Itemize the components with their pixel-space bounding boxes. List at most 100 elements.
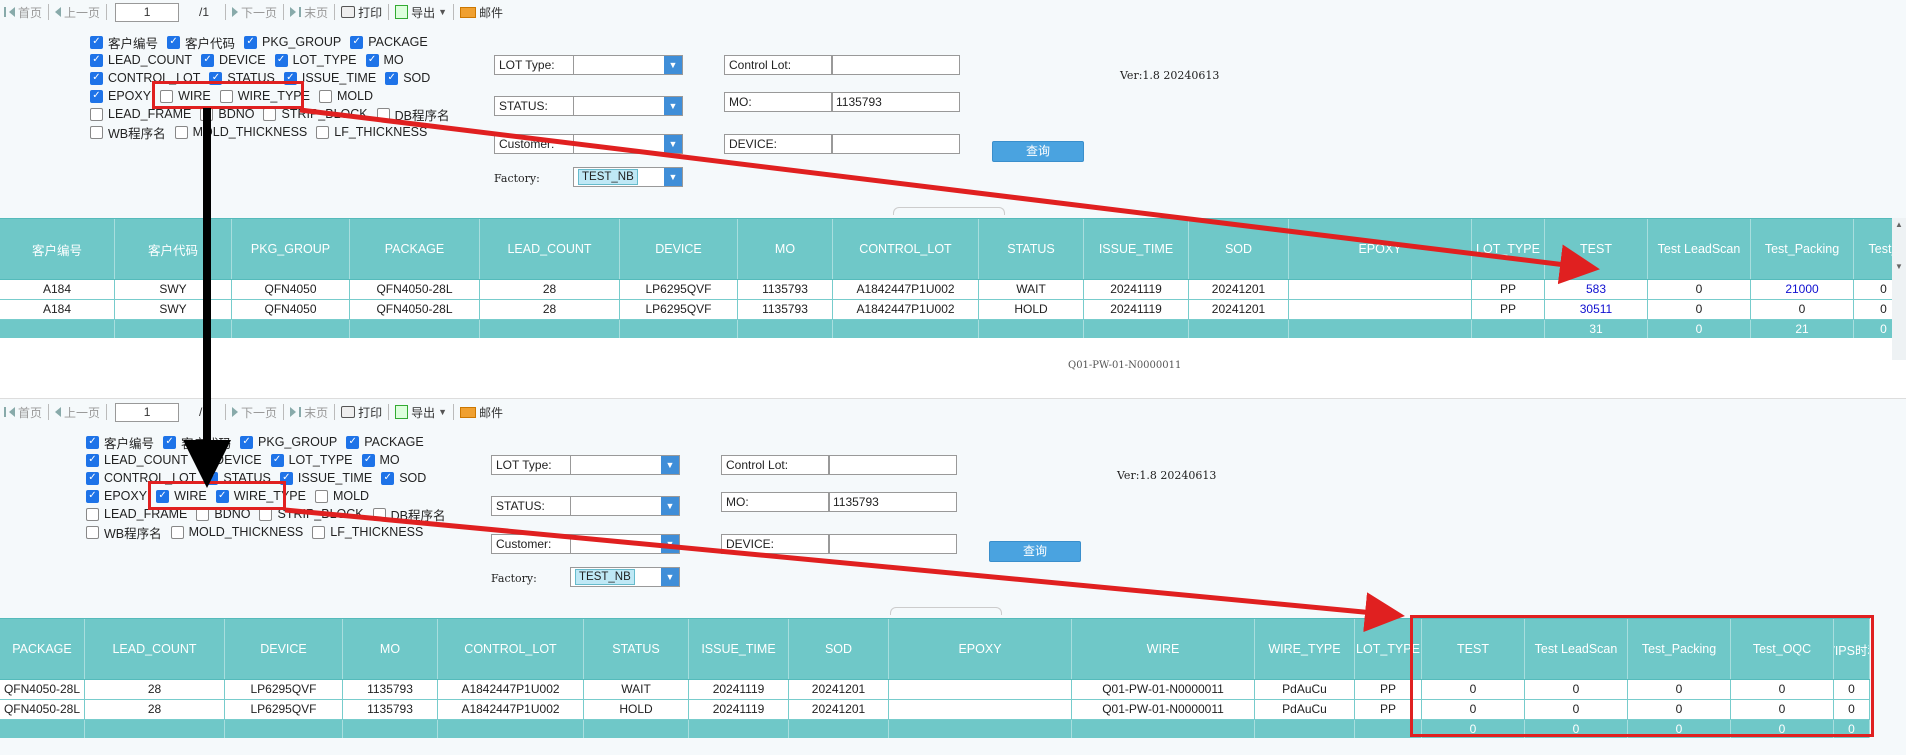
device-input[interactable] (829, 534, 957, 554)
print-button[interactable]: 打印 (337, 404, 386, 421)
status-select[interactable]: ▼ (573, 96, 683, 116)
column-toggle-mo[interactable]: ✓ MO (365, 53, 404, 67)
customer-select[interactable]: ▼ (570, 534, 680, 554)
last-page-button[interactable]: 末页 (286, 404, 332, 421)
column-header[interactable]: PKG_GROUP (232, 219, 350, 279)
mail-button[interactable]: 邮件 (456, 404, 507, 421)
column-toggle-lead-count[interactable]: ✓ LEAD_COUNT (86, 453, 188, 467)
factory-select[interactable]: TEST_NB ▼ (573, 167, 683, 187)
export-button[interactable]: 导出 ▼ (391, 4, 451, 21)
vertical-scrollbar[interactable]: ▲ ▼ (1892, 218, 1906, 360)
next-page-button[interactable]: 下一页 (228, 4, 281, 21)
print-button[interactable]: 打印 (337, 4, 386, 21)
column-toggle--[interactable]: ✓ 客户代码 (167, 33, 235, 52)
column-toggle--[interactable]: ✓ 客户代码 (163, 433, 231, 452)
column-header[interactable]: MO (738, 219, 833, 279)
factory-select[interactable]: TEST_NB ▼ (570, 567, 680, 587)
column-toggle-epoxy[interactable]: ✓ EPOXY (86, 489, 147, 503)
column-toggle-issue-time[interactable]: ✓ ISSUE_TIME (279, 471, 372, 485)
device-input[interactable] (832, 134, 960, 154)
customer-select[interactable]: ▼ (573, 134, 683, 154)
column-header[interactable]: PACKAGE (0, 619, 85, 679)
column-header[interactable]: Test LeadScan (1648, 219, 1751, 279)
column-toggle--[interactable]: ✓ 客户编号 (90, 33, 158, 52)
column-header[interactable]: DEVICE (225, 619, 343, 679)
column-header[interactable]: WIRE (1072, 619, 1255, 679)
column-toggle-mold-thickness[interactable]: MOLD_THICKNESS (174, 125, 307, 139)
checkbox-row: ✓ LEAD_COUNT ✓ DEVICE ✓ LOT_TYPE ✓ MO (90, 51, 413, 69)
checkbox-label: WB程序名 (104, 526, 162, 541)
column-toggle-sod[interactable]: ✓ SOD (381, 471, 426, 485)
control-lot-input[interactable] (832, 55, 960, 75)
lot-type-select[interactable]: ▼ (573, 55, 683, 75)
checkbox-label: PKG_GROUP (262, 35, 342, 49)
column-header[interactable]: PACKAGE (350, 219, 480, 279)
column-header[interactable]: ISSUE_TIME (689, 619, 789, 679)
column-header[interactable]: Test_Packing (1751, 219, 1854, 279)
column-toggle-mo[interactable]: ✓ MO (361, 453, 400, 467)
column-toggle-strip-block[interactable]: STRIP_BLOCK (263, 107, 368, 121)
column-header[interactable]: LEAD_COUNT (480, 219, 620, 279)
mo-input[interactable]: 1135793 (832, 92, 960, 112)
column-toggle-wb-[interactable]: WB程序名 (86, 523, 162, 542)
status-select[interactable]: ▼ (570, 496, 680, 516)
checkbox-checked-icon: ✓ (244, 35, 258, 49)
column-toggle-lot-type[interactable]: ✓ LOT_TYPE (270, 453, 353, 467)
first-page-button[interactable]: 首页 (0, 404, 46, 421)
column-header[interactable]: WIRE_TYPE (1255, 619, 1355, 679)
column-toggle-lf-thickness[interactable]: LF_THICKNESS (312, 525, 423, 539)
column-toggle-lead-count[interactable]: ✓ LEAD_COUNT (90, 53, 192, 67)
column-header[interactable]: CONTROL_LOT (833, 219, 979, 279)
column-header[interactable]: ISSUE_TIME (1084, 219, 1189, 279)
column-header[interactable]: STATUS (979, 219, 1084, 279)
column-toggle-epoxy[interactable]: ✓ EPOXY (90, 89, 151, 103)
column-header[interactable]: DEVICE (620, 219, 738, 279)
mo-input[interactable]: 1135793 (829, 492, 957, 512)
splitter-handle[interactable] (893, 207, 1005, 215)
column-toggle-device[interactable]: ✓ DEVICE (201, 53, 266, 67)
column-header[interactable]: SOD (789, 619, 889, 679)
column-toggle-pkg-group[interactable]: ✓ PKG_GROUP (240, 435, 337, 449)
control-lot-input[interactable] (829, 455, 957, 475)
prev-page-button[interactable]: 上一页 (51, 4, 104, 21)
first-page-button[interactable]: 首页 (0, 4, 46, 21)
column-toggle-package[interactable]: ✓ PACKAGE (346, 435, 424, 449)
column-header[interactable]: MO (343, 619, 438, 679)
column-toggle-wb-[interactable]: WB程序名 (90, 123, 166, 142)
column-toggle-db-[interactable]: DB程序名 (376, 105, 450, 124)
lot-type-select[interactable]: ▼ (570, 455, 680, 475)
column-header[interactable]: LEAD_COUNT (85, 619, 225, 679)
column-toggle-lead-frame[interactable]: LEAD_FRAME (90, 107, 191, 121)
column-header[interactable]: LOT_TYPE (1472, 219, 1545, 279)
column-toggle--[interactable]: ✓ 客户编号 (86, 433, 154, 452)
prev-page-button[interactable]: 上一页 (51, 404, 104, 421)
column-header[interactable]: 客户编号 (0, 219, 115, 279)
column-toggle-bdno[interactable]: BDNO (200, 107, 254, 121)
column-toggle-mold[interactable]: MOLD (318, 89, 373, 103)
column-toggle-lot-type[interactable]: ✓ LOT_TYPE (274, 53, 357, 67)
query-button[interactable]: 查询 (989, 541, 1081, 562)
column-header[interactable]: EPOXY (889, 619, 1072, 679)
mail-button[interactable]: 邮件 (456, 4, 507, 21)
column-toggle-device[interactable]: ✓ DEVICE (197, 453, 262, 467)
export-button[interactable]: 导出 ▼ (391, 404, 451, 421)
column-toggle-sod[interactable]: ✓ SOD (385, 71, 430, 85)
column-header[interactable]: STATUS (584, 619, 689, 679)
page-number-input[interactable]: 1 (115, 2, 180, 22)
column-toggle-lf-thickness[interactable]: LF_THICKNESS (316, 125, 427, 139)
column-header[interactable]: SOD (1189, 219, 1289, 279)
next-page-button[interactable]: 下一页 (228, 404, 281, 421)
column-header[interactable]: CONTROL_LOT (438, 619, 584, 679)
query-button[interactable]: 查询 (992, 141, 1084, 162)
column-toggle-pkg-group[interactable]: ✓ PKG_GROUP (244, 35, 341, 49)
splitter-handle[interactable] (890, 607, 1002, 615)
column-toggle-package[interactable]: ✓ PACKAGE (350, 35, 428, 49)
page-number-input[interactable]: 1 (115, 402, 180, 422)
last-page-button[interactable]: 末页 (286, 4, 332, 21)
column-header[interactable]: TEST (1545, 219, 1648, 279)
column-toggle-mold[interactable]: MOLD (314, 489, 369, 503)
column-header[interactable]: 客户代码 (115, 219, 232, 279)
column-toggle-mold-thickness[interactable]: MOLD_THICKNESS (170, 525, 303, 539)
column-toggle-db-[interactable]: DB程序名 (372, 505, 446, 524)
column-header[interactable]: EPOXY (1289, 219, 1472, 279)
